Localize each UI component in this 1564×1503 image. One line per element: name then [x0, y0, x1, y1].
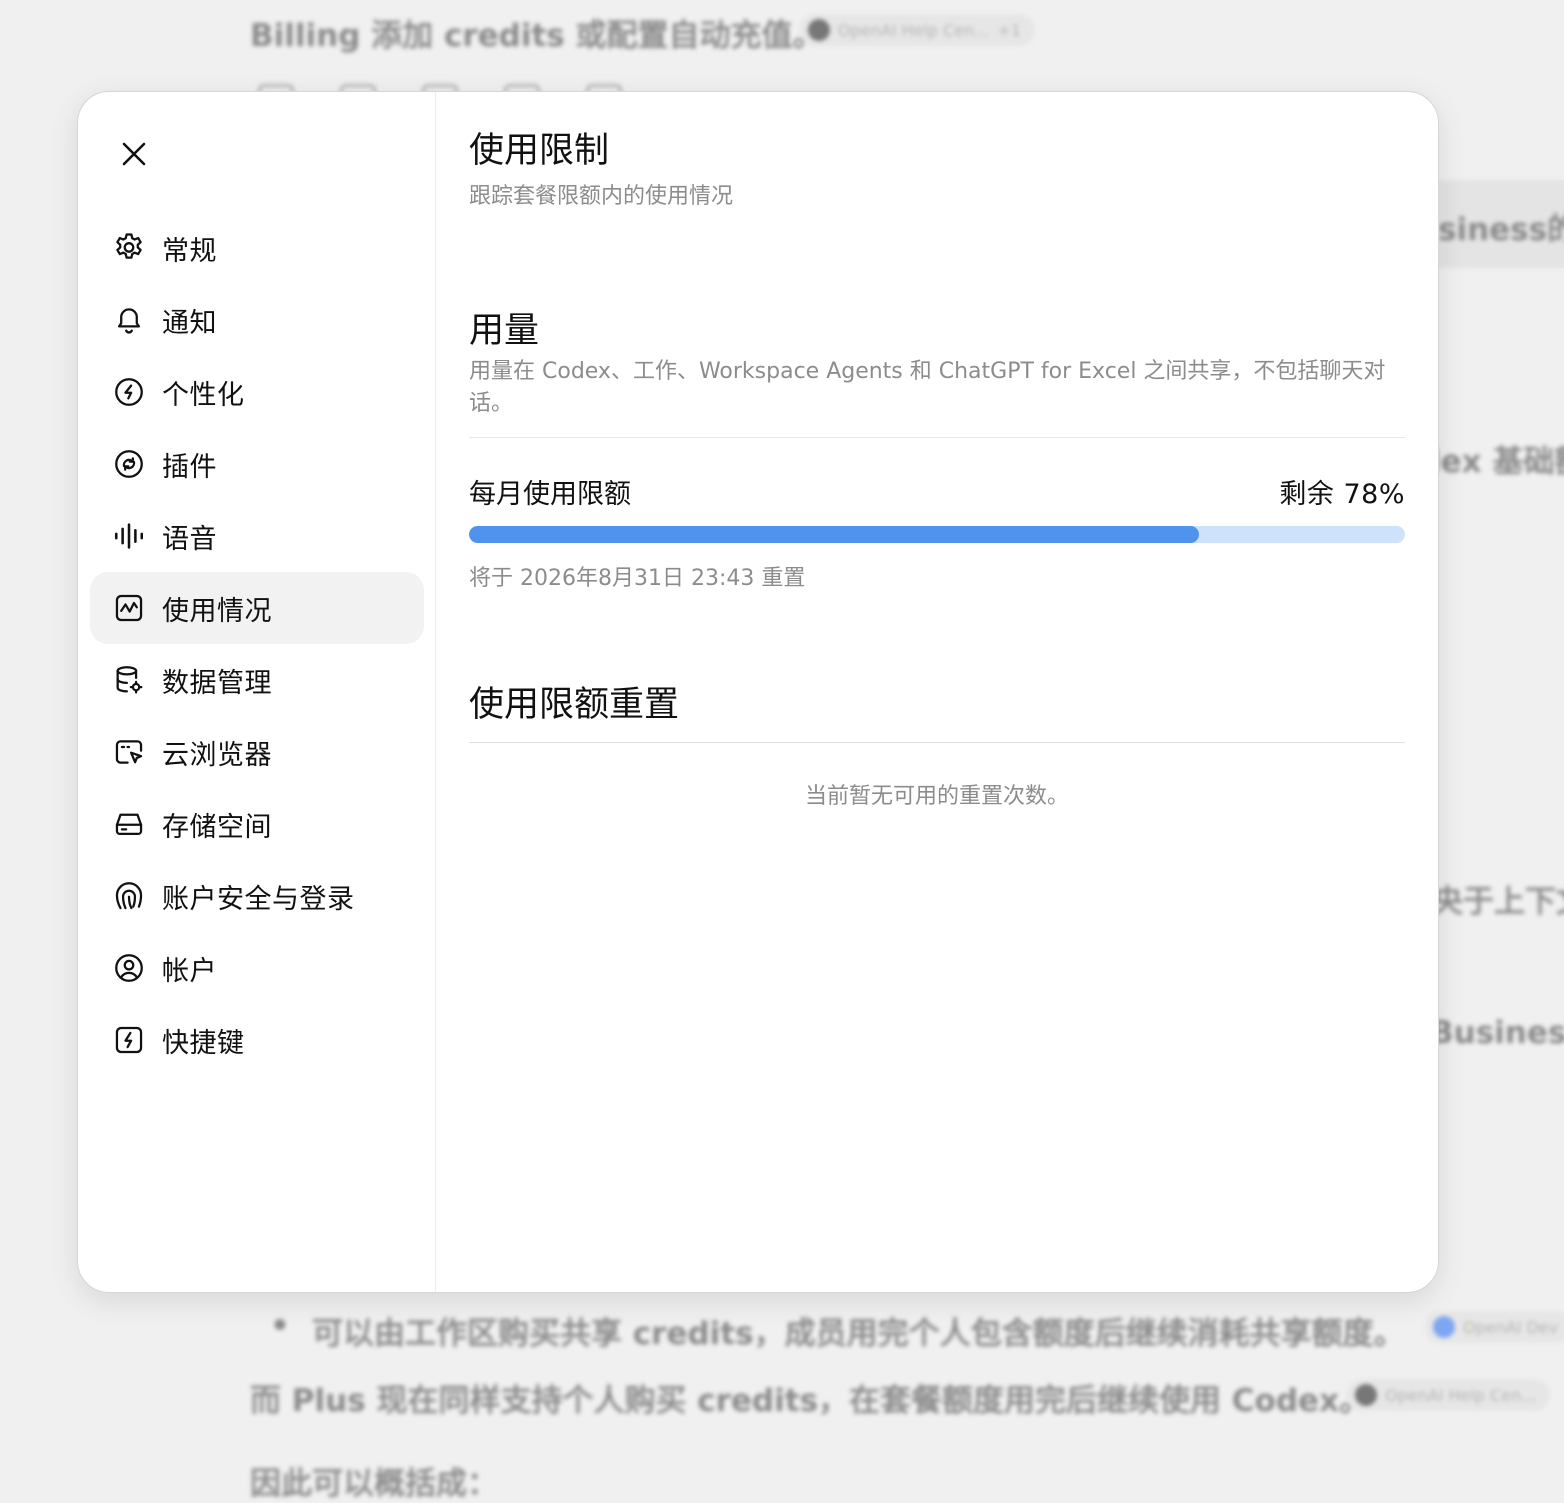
reset-date-note: 将于 2026年8月31日 23:43 重置 — [469, 566, 806, 591]
personalize-icon — [112, 375, 146, 409]
citation-source-icon — [1355, 1384, 1377, 1406]
security-icon — [112, 879, 146, 913]
close-icon — [122, 142, 146, 166]
page-subtitle: 跟踪套餐限额内的使用情况 — [469, 184, 734, 209]
monthly-limit-label: 每月使用限额 — [469, 479, 631, 510]
plugin-icon — [112, 447, 146, 481]
database-gear-icon — [112, 663, 146, 697]
account-icon — [112, 951, 146, 985]
sidebar-item-label: 语音 — [162, 523, 217, 555]
settings-content: 使用限制 跟踪套餐限额内的使用情况 用量 用量在 Codex、工作、Worksp… — [436, 92, 1438, 1292]
divider — [469, 437, 1405, 438]
sidebar-item-shortcuts[interactable]: 快捷键 — [90, 1004, 424, 1076]
no-resets-message: 当前暂无可用的重置次数。 — [804, 784, 1069, 809]
usage-chart-icon — [112, 591, 146, 625]
cloud-browser-icon — [112, 735, 146, 769]
monthly-limit-row: 每月使用限额 剩余 78% — [469, 472, 1405, 511]
background-citation-chip: OpenAI Dev — [1425, 1311, 1564, 1343]
citation-label: OpenAI Dev — [1463, 1317, 1559, 1337]
sidebar-item-security[interactable]: 账户安全与登录 — [90, 860, 424, 932]
background-text-plus: 而 Plus 现在同样支持个人购买 credits，在套餐额度用完后继续使用 C… — [250, 1383, 1371, 1419]
citation-label: OpenAI Help Cen... — [1385, 1385, 1537, 1405]
sidebar-item-label: 个性化 — [162, 379, 245, 411]
background-text-workspace-credits: 可以由工作区购买共享 credits，成员用完个人包含额度后继续消耗共享额度。 — [312, 1316, 1405, 1352]
sidebar-item-label: 存储空间 — [162, 811, 272, 843]
citation-label: OpenAI Help Cen... — [838, 20, 990, 40]
bell-icon — [112, 303, 146, 337]
sidebar-item-label: 通知 — [162, 307, 217, 339]
sidebar-item-cloud-browser[interactable]: 云浏览器 — [90, 716, 424, 788]
background-text-summary: 因此可以概括成： — [250, 1466, 498, 1502]
background-citation-chip: OpenAI Help Cen... — [1347, 1379, 1551, 1411]
background-text-fragment: 央于上下文 — [1432, 884, 1564, 920]
usage-description: 用量在 Codex、工作、Workspace Agents 和 ChatGPT … — [469, 359, 1386, 416]
sidebar-item-label: 快捷键 — [162, 1027, 245, 1059]
shortcut-icon — [112, 1023, 146, 1057]
background-text-fragment: lex 基础额 — [1430, 444, 1564, 480]
waveform-icon — [112, 519, 146, 553]
background-text-billing: Billing 添加 credits 或配置自动充值。 — [250, 18, 824, 54]
settings-nav: 常规 通知 个性化 插件 语音 使用情况 数据管理 云浏览器 存储空间 账户安全… — [90, 212, 424, 1076]
sidebar-item-notifications[interactable]: 通知 — [90, 284, 424, 356]
close-button[interactable] — [112, 134, 156, 174]
sidebar-item-voice[interactable]: 语音 — [90, 500, 424, 572]
background-bullet: • — [270, 1308, 290, 1344]
citation-source-icon — [808, 19, 830, 41]
sidebar-item-label: 云浏览器 — [162, 739, 272, 771]
background-citation-chip: OpenAI Help Cen... +1 — [800, 14, 1036, 46]
page-title: 使用限制 — [469, 131, 610, 171]
usage-progress-fill — [469, 526, 1200, 543]
settings-sidebar: 常规 通知 个性化 插件 语音 使用情况 数据管理 云浏览器 存储空间 账户安全… — [78, 92, 436, 1292]
divider — [469, 742, 1405, 743]
background-text-fragment: siness的 — [1438, 212, 1564, 248]
sidebar-item-label: 数据管理 — [162, 667, 272, 699]
sidebar-item-data-management[interactable]: 数据管理 — [90, 644, 424, 716]
citation-source-icon — [1433, 1316, 1455, 1338]
sidebar-item-storage[interactable]: 存储空间 — [90, 788, 424, 860]
settings-dialog: 常规 通知 个性化 插件 语音 使用情况 数据管理 云浏览器 存储空间 账户安全… — [77, 91, 1439, 1293]
background-text-fragment: Business — [1430, 1015, 1564, 1051]
usage-progress-bar — [469, 526, 1405, 543]
sidebar-item-label: 账户安全与登录 — [162, 883, 355, 915]
usage-section-title: 用量 — [469, 311, 540, 351]
sidebar-item-personalization[interactable]: 个性化 — [90, 356, 424, 428]
remaining-percentage: 剩余 78% — [1279, 479, 1405, 510]
sidebar-item-label: 插件 — [162, 451, 217, 483]
storage-icon — [112, 807, 146, 841]
sidebar-item-usage[interactable]: 使用情况 — [90, 572, 424, 644]
sidebar-item-plugins[interactable]: 插件 — [90, 428, 424, 500]
sidebar-item-label: 常规 — [162, 235, 217, 267]
sidebar-item-account[interactable]: 帐户 — [90, 932, 424, 1004]
sidebar-item-general[interactable]: 常规 — [90, 212, 424, 284]
citation-extra-count: +1 — [997, 20, 1022, 40]
sidebar-item-label: 使用情况 — [162, 595, 272, 627]
reset-section-title: 使用限额重置 — [469, 685, 680, 725]
sidebar-item-label: 帐户 — [162, 955, 217, 987]
gear-icon — [112, 231, 146, 265]
